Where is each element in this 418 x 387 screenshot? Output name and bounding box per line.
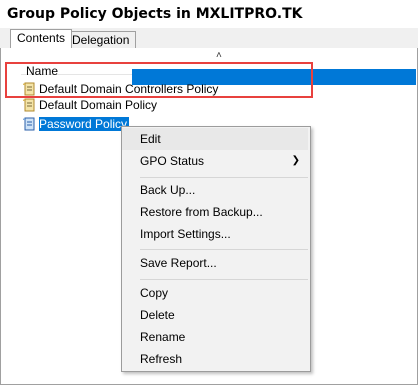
- list-item[interactable]: Default Domain Policy: [21, 97, 157, 113]
- list-item-label: Password Policy: [39, 117, 130, 131]
- menu-separator: [140, 177, 308, 178]
- menu-separator: [140, 249, 308, 250]
- menu-item-delete[interactable]: Delete: [122, 304, 308, 326]
- annotation-highlight-box: [5, 62, 313, 98]
- chevron-right-icon: ❯: [291, 155, 300, 166]
- gpo-scroll-icon: [21, 97, 37, 113]
- menu-item-edit[interactable]: Edit: [122, 128, 308, 150]
- gpo-scroll-icon: [21, 116, 37, 132]
- menu-item-back-up[interactable]: Back Up...: [122, 179, 308, 201]
- menu-item-gpo-status[interactable]: GPO Status ❯: [122, 150, 308, 172]
- tab-strip: Contents Delegation: [0, 28, 418, 49]
- context-menu: Edit GPO Status ❯ Back Up... Restore fro…: [121, 126, 311, 372]
- list-item-selected[interactable]: Password Policy: [21, 116, 130, 132]
- tab-delegation[interactable]: Delegation: [65, 31, 137, 48]
- menu-item-refresh[interactable]: Refresh: [122, 348, 308, 370]
- menu-item-rename[interactable]: Rename: [122, 326, 308, 348]
- menu-separator: [140, 279, 308, 280]
- sort-ascending-icon: ˄: [216, 50, 222, 61]
- menu-item-restore-from-backup[interactable]: Restore from Backup...: [122, 201, 308, 223]
- menu-item-import-settings[interactable]: Import Settings...: [122, 223, 308, 245]
- tab-contents[interactable]: Contents: [10, 29, 73, 48]
- window-header: Group Policy Objects in MXLITPRO.TK: [0, 0, 418, 28]
- list-item-label: Default Domain Policy: [39, 98, 158, 112]
- menu-item-label: GPO Status: [140, 154, 205, 168]
- menu-item-save-report[interactable]: Save Report...: [122, 252, 308, 274]
- menu-item-copy[interactable]: Copy: [122, 282, 308, 304]
- page-title: Group Policy Objects in MXLITPRO.TK: [7, 6, 303, 22]
